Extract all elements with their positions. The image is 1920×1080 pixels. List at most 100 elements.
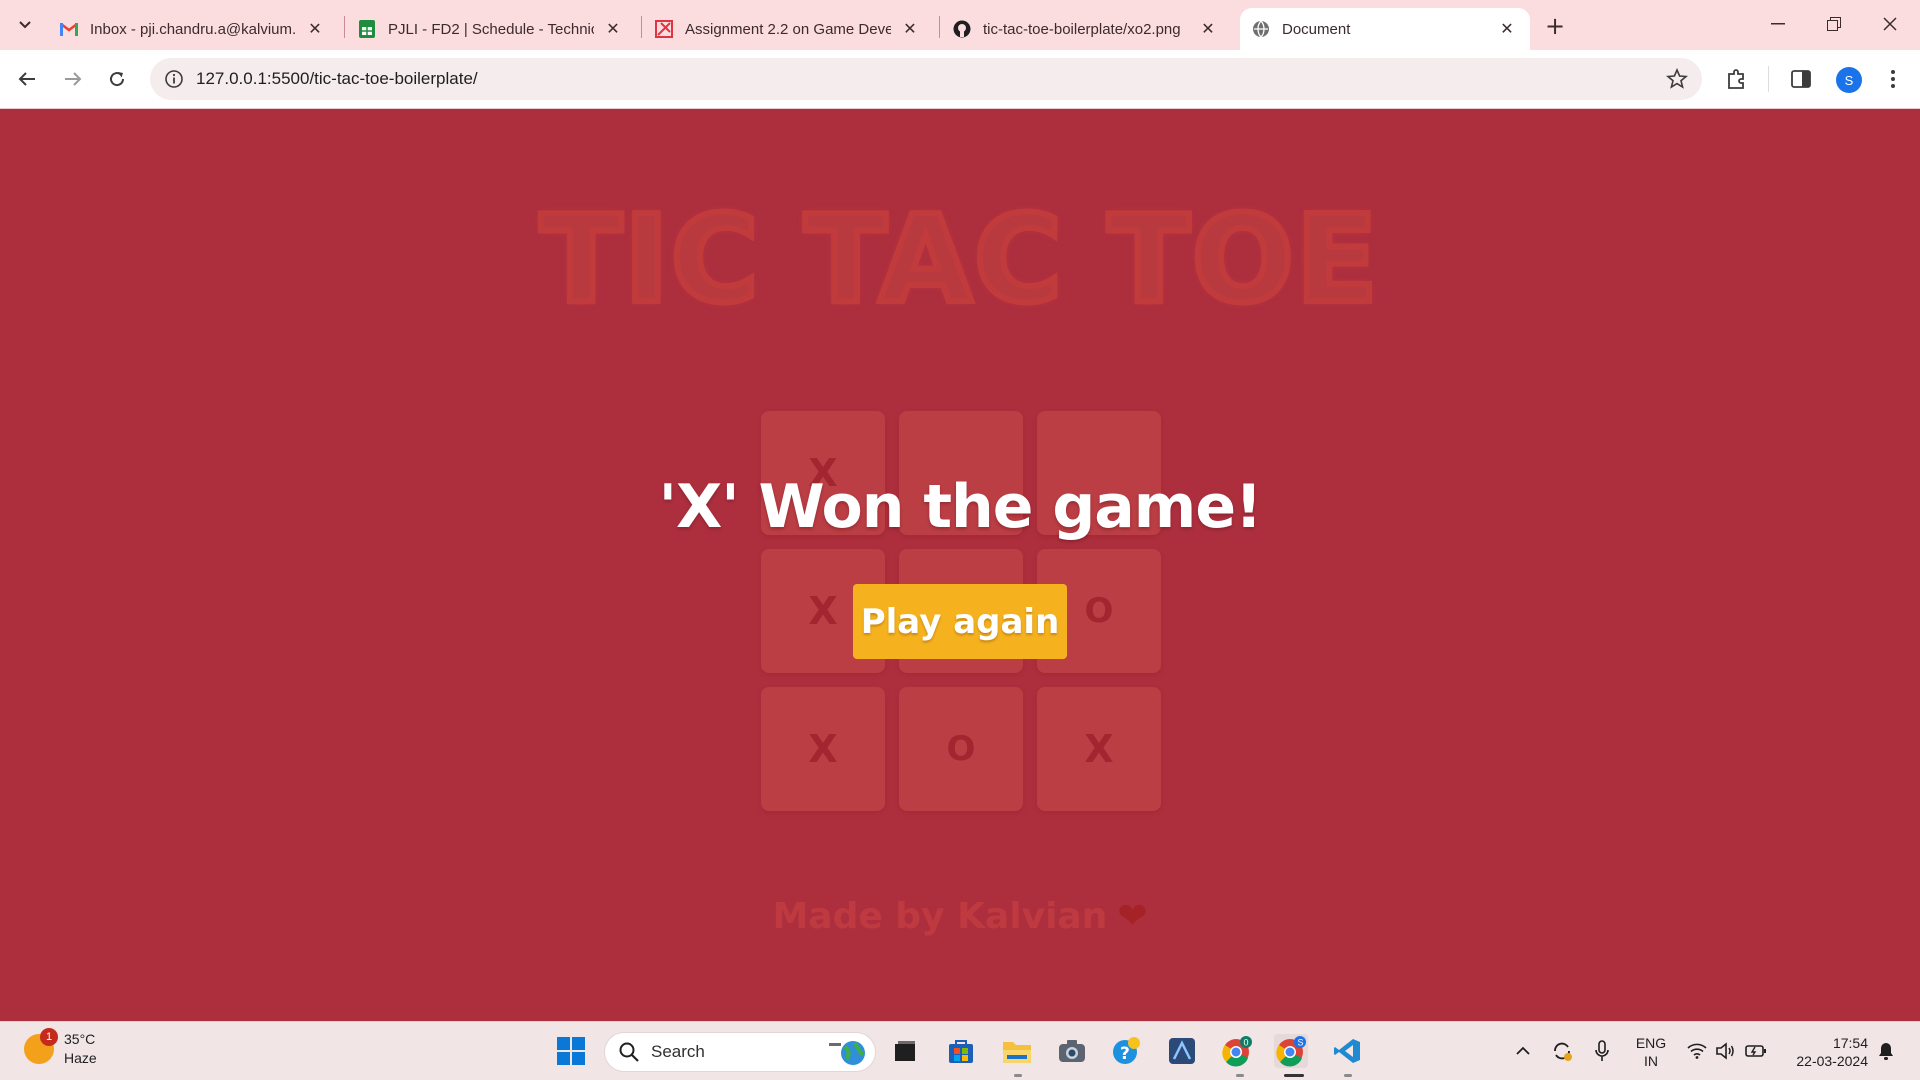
arrow-right-icon <box>65 72 82 86</box>
microphone-tray-icon[interactable] <box>1591 1040 1613 1062</box>
windows-logo-icon <box>557 1037 585 1065</box>
chevron-up-icon <box>1516 1046 1530 1055</box>
play-again-button[interactable]: Play again <box>853 584 1067 659</box>
tab-title: tic-tac-toe-boilerplate/xo2.png <box>983 20 1181 38</box>
tab-title: PJLI - FD2 | Schedule - Technica <box>388 20 594 38</box>
close-icon[interactable]: ✕ <box>304 18 326 40</box>
browser-toolbar: 127.0.0.1:5500/tic-tac-toe-boilerplate/ <box>0 50 1920 109</box>
forward-button[interactable] <box>56 62 90 96</box>
camera-app-button[interactable] <box>1055 1034 1089 1068</box>
gmail-icon <box>60 20 78 38</box>
address-bar[interactable]: 127.0.0.1:5500/tic-tac-toe-boilerplate/ <box>150 58 1702 100</box>
close-icon[interactable]: ✕ <box>602 18 624 40</box>
running-indicator <box>1236 1074 1244 1077</box>
page-viewport: TIC TAC TOE X X O O X O X Made by Kalvia… <box>0 109 1920 1021</box>
extensions-button[interactable] <box>1723 66 1749 92</box>
close-icon <box>1883 17 1897 31</box>
tab-sheets[interactable]: PJLI - FD2 | Schedule - Technica ✕ <box>346 8 636 50</box>
github-icon <box>953 20 971 38</box>
wifi-tray-icon[interactable] <box>1686 1040 1708 1062</box>
globe-icon <box>1252 20 1270 38</box>
restore-icon <box>1827 17 1841 31</box>
system-clock[interactable]: 17:54 22-03-2024 <box>1778 1034 1868 1070</box>
folder-icon <box>1003 1042 1031 1063</box>
result-message: 'X' Won the game! <box>658 472 1263 542</box>
show-hidden-icons-button[interactable] <box>1512 1040 1534 1062</box>
language-code: ENG <box>1635 1035 1667 1051</box>
close-icon[interactable]: ✕ <box>1496 18 1518 40</box>
tab-document[interactable]: Document ✕ <box>1240 8 1530 50</box>
weather-condition: Haze <box>64 1050 97 1066</box>
minimize-icon <box>1771 23 1785 25</box>
microphone-icon <box>1595 1040 1609 1061</box>
arrow-left-icon <box>18 72 35 86</box>
app-icon <box>1169 1038 1195 1064</box>
battery-charging-icon <box>1745 1045 1766 1057</box>
weather-widget[interactable]: 1 35°C Haze <box>24 1028 97 1068</box>
vscode-icon <box>1334 1039 1360 1063</box>
restore-button[interactable] <box>1806 0 1862 48</box>
close-icon[interactable]: ✕ <box>899 18 921 40</box>
sheets-icon <box>358 20 376 38</box>
tab-gmail[interactable]: Inbox - pji.chandru.a@kalvium.c ✕ <box>48 8 338 50</box>
search-label: Search <box>651 1042 705 1061</box>
board-cell[interactable]: X <box>761 687 885 811</box>
reload-button[interactable] <box>100 62 134 96</box>
tab-strip: Inbox - pji.chandru.a@kalvium.c ✕ PJLI -… <box>0 0 1920 50</box>
volume-tray-icon[interactable] <box>1714 1040 1736 1062</box>
notifications-button[interactable] <box>1875 1040 1897 1062</box>
toolbar-divider <box>1768 66 1769 92</box>
url-text[interactable]: 127.0.0.1:5500/tic-tac-toe-boilerplate/ <box>196 69 478 89</box>
menu-button[interactable] <box>1880 66 1906 92</box>
running-indicator <box>1344 1074 1352 1077</box>
tab-title: Inbox - pji.chandru.a@kalvium.c <box>90 20 296 38</box>
sync-tray-icon[interactable] <box>1551 1040 1573 1062</box>
new-tab-button[interactable]: + <box>1540 12 1570 40</box>
start-button[interactable] <box>554 1034 588 1068</box>
file-explorer-button[interactable] <box>1000 1034 1034 1068</box>
wifi-icon <box>1687 1043 1707 1059</box>
help-icon: ? <box>1113 1037 1140 1064</box>
weather-temp: 35°C <box>64 1031 96 1047</box>
volume-icon <box>1716 1042 1734 1060</box>
kebab-menu-icon <box>1891 70 1895 88</box>
bell-icon <box>1879 1043 1893 1060</box>
get-help-button[interactable]: ? <box>1110 1034 1144 1068</box>
chrome-profile-2-button[interactable]: S <box>1274 1034 1308 1068</box>
tab-divider <box>641 16 642 38</box>
clock-time: 17:54 <box>1832 1035 1868 1051</box>
weather-haze-icon: 1 <box>24 1028 58 1064</box>
sync-icon <box>1554 1042 1572 1061</box>
task-view-button[interactable] <box>888 1034 922 1068</box>
taskbar-search[interactable]: Search <box>604 1032 876 1072</box>
bookmark-star-icon[interactable] <box>1666 68 1688 90</box>
chrome-profile-1-button[interactable]: 0 <box>1220 1034 1254 1068</box>
camera-icon <box>1059 1040 1085 1062</box>
tab-search-button[interactable] <box>10 10 40 40</box>
store-icon <box>949 1040 973 1063</box>
reload-icon <box>110 72 125 87</box>
chrome-icon: 0 <box>1222 1036 1252 1067</box>
tab-assignment[interactable]: Assignment 2.2 on Game Devel ✕ <box>643 8 933 50</box>
close-window-button[interactable] <box>1862 0 1918 48</box>
microsoft-store-button[interactable] <box>944 1034 978 1068</box>
notification-badge: 1 <box>40 1028 58 1046</box>
task-view-icon <box>895 1041 915 1061</box>
vscode-button[interactable] <box>1330 1034 1364 1068</box>
chevron-down-icon <box>19 21 31 29</box>
side-panel-icon <box>1791 70 1811 88</box>
side-panel-button[interactable] <box>1788 66 1814 92</box>
minimize-button[interactable] <box>1750 0 1806 48</box>
board-cell[interactable]: X <box>1037 687 1161 811</box>
language-indicator[interactable]: ENG IN <box>1628 1034 1674 1070</box>
tab-title: Assignment 2.2 on Game Devel <box>685 20 891 38</box>
board-cell[interactable]: O <box>899 687 1023 811</box>
tab-github[interactable]: tic-tac-toe-boilerplate/xo2.png ✕ <box>941 8 1231 50</box>
battery-tray-icon[interactable] <box>1745 1040 1767 1062</box>
back-button[interactable] <box>10 62 44 96</box>
snipping-tool-button[interactable] <box>1165 1034 1199 1068</box>
profile-avatar[interactable]: S <box>1836 67 1862 93</box>
info-icon[interactable] <box>164 69 184 89</box>
chrome-badge: S <box>1298 1038 1304 1048</box>
close-icon[interactable]: ✕ <box>1197 18 1219 40</box>
